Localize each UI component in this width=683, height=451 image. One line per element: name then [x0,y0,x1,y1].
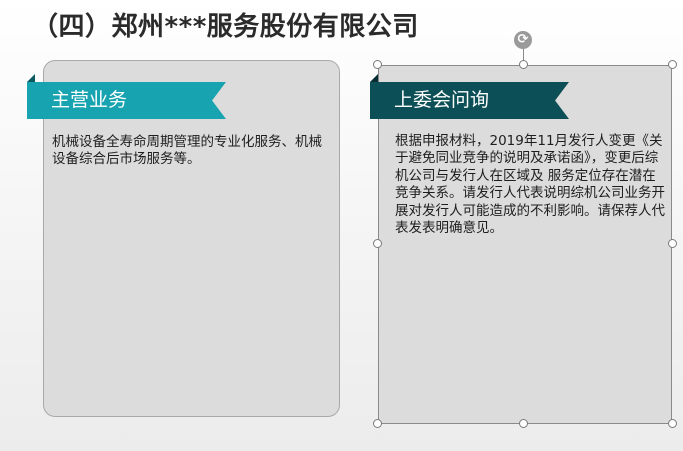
resize-handle-bottom[interactable] [519,419,528,428]
resize-handle-bottom-left[interactable] [373,419,382,428]
inquiry-ribbon: 上委会问询 [370,82,569,119]
ribbon-fold [27,74,35,82]
slide-title: （四）郑州***服务股份有限公司 [32,12,419,42]
resize-handle-top-left[interactable] [373,60,382,69]
main-business-ribbon: 主营业务 [27,82,226,119]
main-business-text: 机械设备全寿命周期管理的专业化服务、机械设备综合后市场服务等。 [52,134,322,168]
inquiry-text: 根据申报材料，2019年11月发行人变更《关于避免同业竞争的说明及承诺函》，变更… [395,133,665,237]
rotate-icon[interactable]: ⟳ [514,31,532,49]
resize-handle-top[interactable] [519,60,528,69]
resize-handle-left[interactable] [373,239,382,248]
ribbon-fold [370,74,378,82]
resize-handle-right[interactable] [668,239,677,248]
resize-handle-bottom-right[interactable] [668,419,677,428]
resize-handle-top-right[interactable] [668,60,677,69]
